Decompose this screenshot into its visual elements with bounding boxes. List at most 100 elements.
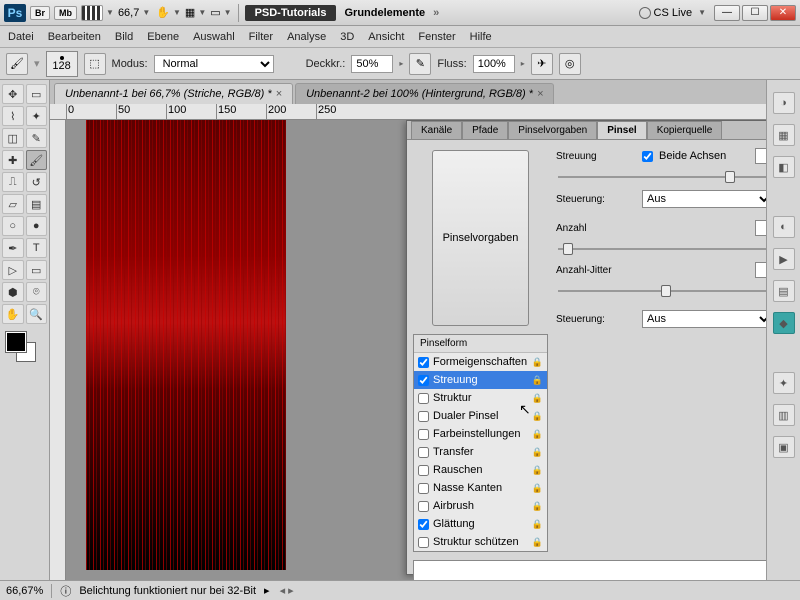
lock-icon[interactable]: 🔒	[532, 501, 543, 512]
canvas[interactable]	[86, 120, 286, 570]
maximize-button[interactable]: ☐	[742, 5, 768, 21]
shape-tool[interactable]: ▭	[26, 260, 48, 280]
gradient-tool[interactable]: ▤	[26, 194, 48, 214]
option-checkbox[interactable]	[418, 447, 429, 458]
panel-tab[interactable]: Kopierquelle	[647, 121, 723, 139]
workspace-label[interactable]: Grundelemente	[344, 7, 425, 19]
adjustments-panel-icon[interactable]: ◐	[773, 216, 795, 238]
blend-mode-select[interactable]: Normal	[154, 55, 274, 73]
paths-panel-icon[interactable]: ✦	[773, 372, 795, 394]
play-icon[interactable]: ▶	[773, 248, 795, 270]
close-icon[interactable]: ×	[537, 88, 543, 100]
hand-tool[interactable]: ✋	[2, 304, 24, 324]
opacity-input[interactable]: 50%	[351, 55, 393, 73]
brush-option-item[interactable]: Nasse Kanten🔒	[414, 479, 547, 497]
brush-option-item[interactable]: Struktur schützen🔒	[414, 533, 547, 551]
option-checkbox[interactable]	[418, 483, 429, 494]
option-checkbox[interactable]	[418, 519, 429, 530]
brush-option-item[interactable]: Airbrush🔒	[414, 497, 547, 515]
dropdown-icon[interactable]: ▼	[198, 8, 206, 17]
tablet-size-icon[interactable]: ◎	[559, 53, 581, 75]
psd-tutorials-badge[interactable]: PSD-Tutorials	[245, 5, 337, 21]
lock-icon[interactable]: 🔒	[532, 375, 543, 386]
scatter-control-select[interactable]: Aus	[642, 190, 766, 208]
flow-input[interactable]: 100%	[473, 55, 515, 73]
crop-tool[interactable]: ◫	[2, 128, 24, 148]
brush-option-item[interactable]: Struktur🔒	[414, 389, 547, 407]
bridge-badge[interactable]: Br	[30, 6, 50, 20]
color-panel-icon[interactable]: ◑	[773, 92, 795, 114]
cs-live[interactable]: CS Live ▼	[639, 7, 706, 19]
brush-tool-icon[interactable]: 🖌	[6, 53, 28, 75]
menu-auswahl[interactable]: Auswahl	[193, 31, 235, 43]
option-checkbox[interactable]	[418, 393, 429, 404]
minimize-button[interactable]: —	[714, 5, 740, 21]
actions-panel-icon[interactable]: ▣	[773, 436, 795, 458]
eraser-tool[interactable]: ▱	[2, 194, 24, 214]
menu-datei[interactable]: Datei	[8, 31, 34, 43]
brush-option-item[interactable]: Streuung🔒	[414, 371, 547, 389]
3d-tool[interactable]: ⬢	[2, 282, 24, 302]
panel-tab[interactable]: Pfade	[462, 121, 508, 139]
jitter-control-select[interactable]: Aus	[642, 310, 766, 328]
lock-icon[interactable]: 🔒	[532, 393, 543, 404]
dropdown-icon[interactable]: ▼	[106, 8, 114, 17]
dropdown-icon[interactable]: ▼	[173, 8, 181, 17]
blur-tool[interactable]: ○	[2, 216, 24, 236]
brush-option-item[interactable]: Farbeinstellungen🔒	[414, 425, 547, 443]
lock-icon[interactable]: 🔒	[532, 429, 543, 440]
film-strip-icon[interactable]	[81, 5, 103, 21]
heal-tool[interactable]: ✚	[2, 150, 24, 170]
brush-presets-button[interactable]: Pinselvorgaben	[432, 150, 530, 326]
brush-option-item[interactable]: Dualer Pinsel🔒	[414, 407, 547, 425]
option-checkbox[interactable]	[418, 375, 429, 386]
close-icon[interactable]: ×	[276, 88, 282, 100]
view-grid-icon[interactable]: ▦	[185, 6, 195, 19]
panel-tab[interactable]: Kanäle	[411, 121, 462, 139]
zoom-tool[interactable]: 🔍	[26, 304, 48, 324]
menu-analyse[interactable]: Analyse	[287, 31, 326, 43]
swatches-panel-icon[interactable]: ▦	[773, 124, 795, 146]
move-tool[interactable]: ✥	[2, 84, 24, 104]
stamp-tool[interactable]: ⎍	[2, 172, 24, 192]
brush-preset-picker[interactable]: 128	[46, 51, 78, 77]
dropdown-icon[interactable]: ▼	[142, 8, 150, 17]
menu-bearbeiten[interactable]: Bearbeiten	[48, 31, 101, 43]
type-tool[interactable]: T	[26, 238, 48, 258]
canvas-viewport[interactable]: KanälePfadePinselvorgabenPinselKopierque…	[66, 120, 766, 580]
option-checkbox[interactable]	[418, 465, 429, 476]
brush-panel-toggle-icon[interactable]: ⬚	[84, 53, 106, 75]
option-checkbox[interactable]	[418, 429, 429, 440]
3d-camera-tool[interactable]: ⌾	[26, 282, 48, 302]
airbrush-icon[interactable]: ✈	[531, 53, 553, 75]
brush-option-item[interactable]: Transfer🔒	[414, 443, 547, 461]
scatter-value[interactable]: 592%	[755, 148, 766, 164]
option-checkbox[interactable]	[418, 501, 429, 512]
list-header[interactable]: Pinselform	[414, 335, 547, 353]
menu-filter[interactable]: Filter	[249, 31, 273, 43]
history-panel-icon[interactable]: ▥	[773, 404, 795, 426]
lock-icon[interactable]: 🔒	[532, 519, 543, 530]
option-checkbox[interactable]	[418, 357, 429, 368]
lock-icon[interactable]: 🔒	[532, 465, 543, 476]
history-brush-tool[interactable]: ↺	[26, 172, 48, 192]
menu-hilfe[interactable]: Hilfe	[470, 31, 492, 43]
lock-icon[interactable]: 🔒	[532, 483, 543, 494]
menu-bild[interactable]: Bild	[115, 31, 133, 43]
menu-ansicht[interactable]: Ansicht	[368, 31, 404, 43]
close-button[interactable]: ✕	[770, 5, 796, 21]
wand-tool[interactable]: ✦	[26, 106, 48, 126]
eyedropper-tool[interactable]: ✎	[26, 128, 48, 148]
layers-panel-icon[interactable]: ▤	[773, 280, 795, 302]
menu-3d[interactable]: 3D	[340, 31, 354, 43]
hand-tool-icon[interactable]: ✋	[156, 6, 170, 19]
count-jitter-slider[interactable]	[558, 284, 766, 298]
lock-icon[interactable]: 🔒	[532, 357, 543, 368]
status-menu-icon[interactable]: ▸	[264, 584, 270, 597]
document-tab[interactable]: Unbenannt-1 bei 66,7% (Striche, RGB/8) *…	[54, 83, 293, 104]
brush-option-item[interactable]: Formeigenschaften🔒	[414, 353, 547, 371]
count-jitter-value[interactable]: 43%	[755, 262, 766, 278]
tablet-opacity-icon[interactable]: ✎	[409, 53, 431, 75]
brush-option-item[interactable]: Rauschen🔒	[414, 461, 547, 479]
screen-mode-icon[interactable]: ▭	[210, 6, 220, 19]
